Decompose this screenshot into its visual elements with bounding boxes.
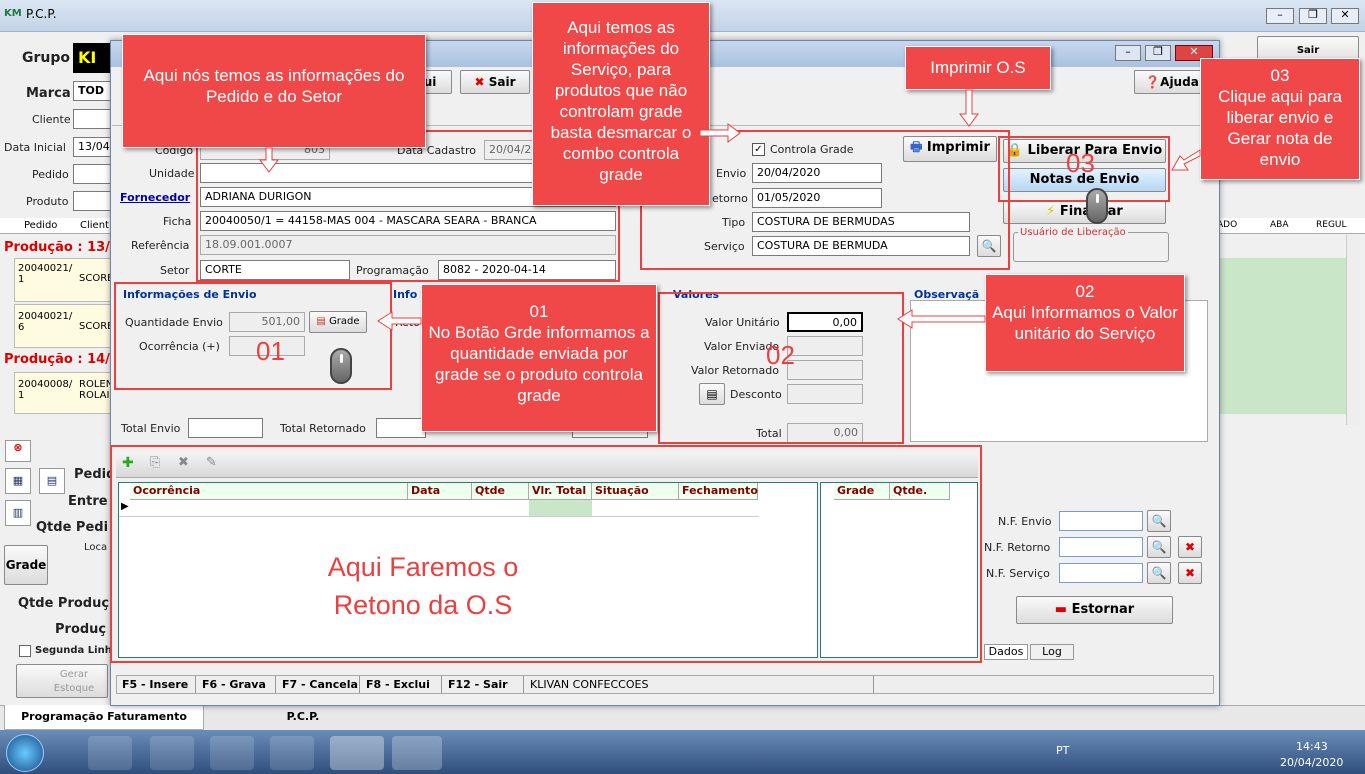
windows-taskbar xyxy=(0,730,1365,774)
powershell-icon[interactable] xyxy=(150,736,194,770)
app-icon[interactable] xyxy=(392,736,442,770)
km-app-icon[interactable] xyxy=(330,736,384,770)
start-button[interactable] xyxy=(6,734,44,772)
annotation-arrows xyxy=(259,89,1201,331)
chrome-icon[interactable] xyxy=(270,736,314,770)
language-indicator[interactable]: PT xyxy=(1056,744,1069,757)
folder-icon[interactable] xyxy=(210,736,254,770)
clock-date[interactable]: 20/04/2020 xyxy=(1280,756,1343,769)
clock-time[interactable]: 14:43 xyxy=(1296,740,1328,753)
server-manager-icon[interactable] xyxy=(88,736,132,770)
